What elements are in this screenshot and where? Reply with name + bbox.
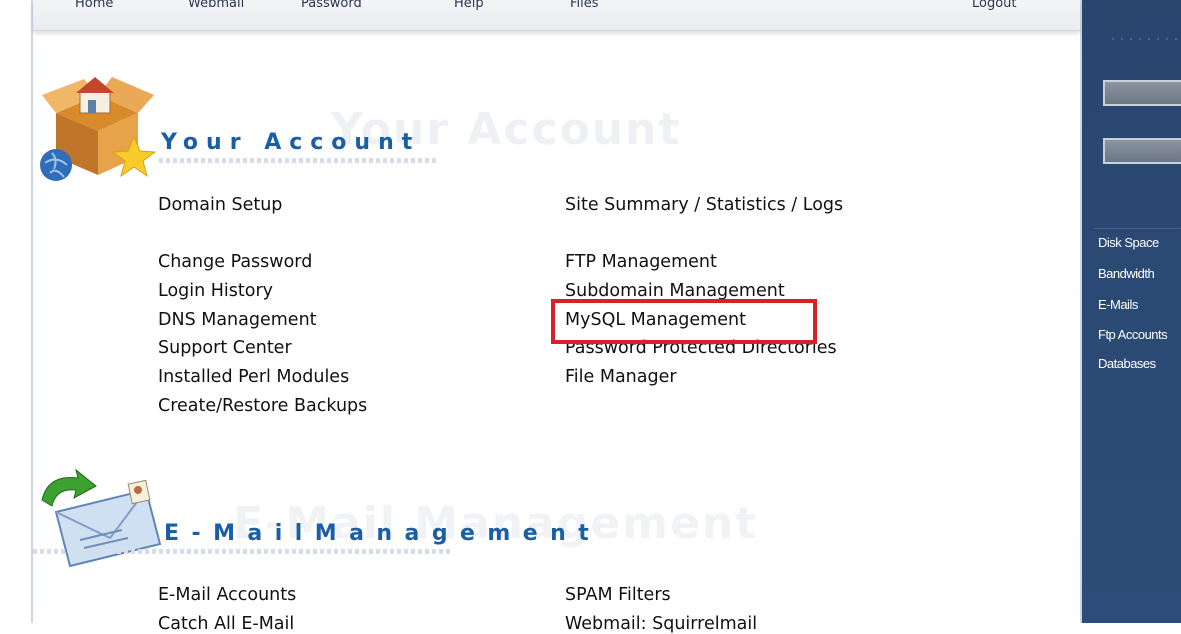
link-change-password[interactable]: Change Password (158, 252, 312, 272)
email-management-underline (33, 549, 453, 554)
stat-disk-space: Disk Space (1098, 235, 1159, 250)
left-gutter (0, 0, 31, 623)
stat-ftp-accounts: Ftp Accounts (1098, 327, 1168, 342)
link-file-manager[interactable]: File Manager (565, 367, 677, 387)
link-domain-setup[interactable]: Domain Setup (158, 195, 282, 215)
stat-divider (1094, 228, 1181, 229)
link-dns-management[interactable]: DNS Management (158, 310, 317, 330)
link-support-center[interactable]: Support Center (158, 338, 292, 358)
nav-webmail[interactable]: Webmail (188, 0, 244, 11)
stat-databases: Databases (1098, 356, 1156, 371)
account-box-icon (40, 77, 157, 181)
link-login-history[interactable]: Login History (158, 281, 273, 301)
highlight-box (551, 299, 817, 344)
nav-files[interactable]: Files (570, 0, 599, 11)
nav-home[interactable]: Home (75, 0, 113, 11)
link-email-accounts[interactable]: E-Mail Accounts (158, 585, 296, 605)
right-sidebar: Disk Space Bandwidth E-Mails Ftp Account… (1082, 0, 1181, 623)
sidebar-field-2[interactable] (1103, 138, 1181, 164)
email-management-title: E - M a i l M a n a g e m e n t (164, 521, 592, 546)
your-account-title: Your Account (161, 130, 421, 155)
nav-password[interactable]: Password (301, 0, 362, 11)
sidebar-dots (1112, 38, 1181, 40)
your-account-underline (159, 158, 439, 163)
stat-emails: E-Mails (1098, 297, 1138, 312)
link-catch-all-email[interactable]: Catch All E-Mail (158, 614, 294, 634)
nav-help[interactable]: Help (454, 0, 484, 11)
link-subdomain-management[interactable]: Subdomain Management (565, 281, 785, 301)
link-ftp-management[interactable]: FTP Management (565, 252, 717, 272)
link-webmail-squirrelmail[interactable]: Webmail: Squirrelmail (565, 614, 757, 634)
nav-logout[interactable]: Logout (972, 0, 1017, 11)
link-installed-perl-modules[interactable]: Installed Perl Modules (158, 367, 349, 387)
link-create-restore-backups[interactable]: Create/Restore Backups (158, 396, 367, 416)
link-site-summary[interactable]: Site Summary / Statistics / Logs (565, 195, 843, 215)
sidebar-field-1[interactable] (1103, 80, 1181, 106)
top-navigation: Home Webmail Password Help Files Logout (33, 0, 1080, 31)
stat-bandwidth: Bandwidth (1098, 266, 1155, 281)
link-spam-filters[interactable]: SPAM Filters (565, 585, 671, 605)
